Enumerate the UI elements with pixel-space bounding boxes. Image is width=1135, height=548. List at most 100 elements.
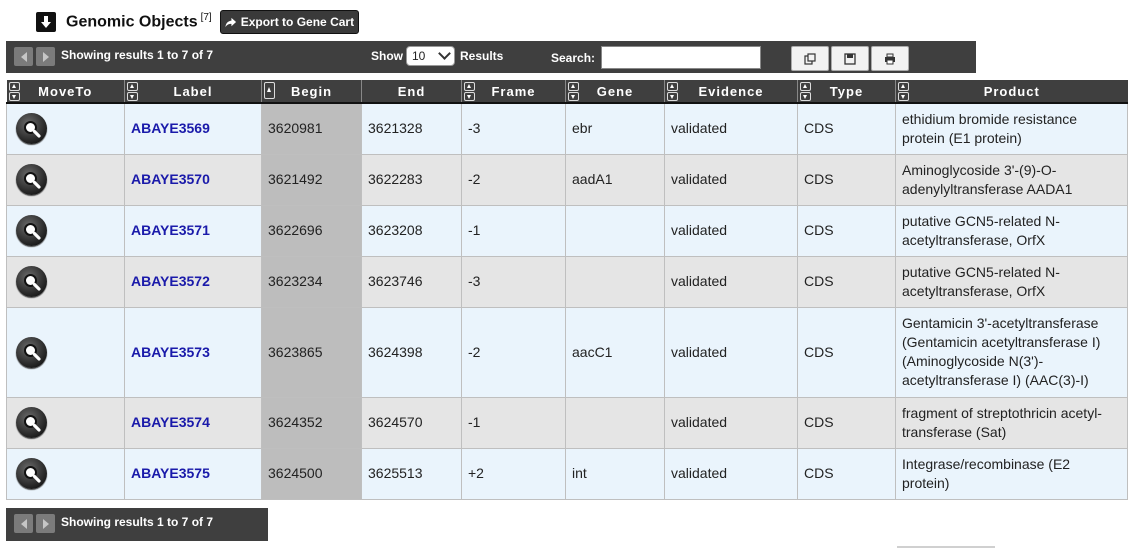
sort-both-icon (127, 82, 138, 101)
begin-cell: 3620981 (261, 102, 362, 155)
product-cell: Aminoglycoside 3'-(9)-O-adenylyltransfer… (895, 153, 1128, 206)
end-cell: 3622283 (361, 153, 462, 206)
search-icon (23, 465, 41, 483)
column-header-label: Begin (290, 83, 333, 99)
sort-both-icon (8, 82, 20, 101)
column-header-moveto[interactable]: MoveTo (6, 80, 125, 104)
sort-both-icon (464, 82, 475, 101)
table-toolbar: Showing results 1 to 7 of 7 Show 10 Resu… (6, 41, 976, 73)
evidence-cell: validated (664, 102, 798, 155)
label-link[interactable]: ABAYE3573 (131, 344, 210, 360)
result-count-sup: [7] (200, 12, 212, 24)
magnifier-icon[interactable] (16, 458, 47, 489)
evidence-cell: validated (664, 255, 798, 308)
previous-page-button[interactable] (14, 47, 33, 66)
save-button[interactable] (831, 46, 869, 71)
print-icon (885, 53, 895, 64)
type-cell: CDS (797, 396, 896, 449)
end-cell: 3623746 (361, 255, 462, 308)
copy-button[interactable] (791, 46, 829, 71)
table-row: ABAYE3569 3620981 3621328 -3 ebr validated CDS… (6, 102, 1128, 155)
begin-cell: 3623234 (261, 255, 362, 308)
label-link[interactable]: ABAYE3574 (131, 414, 210, 430)
sort-both-icon (800, 82, 811, 101)
search-icon (23, 273, 41, 291)
save-icon (844, 52, 856, 65)
results-label: Results (460, 49, 504, 63)
next-page-button[interactable] (36, 514, 55, 533)
frame-cell: -1 (461, 204, 566, 257)
column-header-frame[interactable]: Frame (461, 80, 566, 104)
column-header-type[interactable]: Type (797, 80, 896, 104)
column-header-label: MoveTo (38, 83, 93, 99)
label-link[interactable]: ABAYE3570 (131, 171, 210, 187)
label-link[interactable]: ABAYE3575 (131, 465, 210, 481)
frame-cell: -2 (461, 306, 566, 398)
genomic-objects-table: MoveTo Label Begin End Frame Gene Eviden… (6, 80, 1128, 500)
product-cell: putative GCN5-related N-acetyltransferas… (895, 204, 1128, 257)
magnifier-icon[interactable] (16, 215, 47, 246)
end-cell: 3621328 (361, 102, 462, 155)
frame-cell: -3 (461, 255, 566, 308)
search-label: Search: (551, 51, 596, 65)
begin-cell: 3621492 (261, 153, 362, 206)
search-input[interactable] (601, 46, 761, 69)
collapse-toggle-button[interactable] (36, 12, 56, 32)
copy-icon (804, 52, 816, 65)
evidence-cell: validated (664, 153, 798, 206)
label-link[interactable]: ABAYE3571 (131, 222, 210, 238)
next-page-button[interactable] (36, 47, 55, 66)
moveto-cell (6, 102, 125, 155)
type-cell: CDS (797, 102, 896, 155)
column-header-label[interactable]: Label (124, 80, 262, 104)
column-header-end[interactable]: End (361, 80, 462, 104)
column-header-evidence[interactable]: Evidence (664, 80, 798, 104)
label-cell: ABAYE3571 (124, 204, 262, 257)
page-title-text: Genomic Objects (66, 13, 198, 31)
column-header-product[interactable]: Product (895, 80, 1128, 104)
frame-cell: -3 (461, 102, 566, 155)
column-header-label: Gene (596, 83, 634, 99)
magnifier-icon[interactable] (16, 164, 47, 195)
arrow-down-icon (41, 16, 51, 28)
export-gene-cart-button[interactable]: Export to Gene Cart (219, 10, 360, 34)
type-cell: CDS (797, 306, 896, 398)
search-icon (23, 222, 41, 240)
sort-ascending-icon (264, 82, 275, 101)
gene-cell (565, 396, 665, 449)
label-cell: ABAYE3572 (124, 255, 262, 308)
magnifier-icon[interactable] (16, 407, 47, 438)
label-link[interactable]: ABAYE3569 (131, 120, 210, 136)
magnifier-icon[interactable] (16, 336, 47, 368)
gene-cell (565, 204, 665, 257)
frame-cell: +2 (461, 447, 566, 500)
product-cell: ethidium bromide resistance protein (E1 … (895, 102, 1128, 155)
page-length-select[interactable]: 10 (406, 46, 455, 66)
product-cell: Integrase/recombinase (E2 protein) (895, 447, 1128, 500)
end-cell: 3623208 (361, 204, 462, 257)
label-link[interactable]: ABAYE3572 (131, 273, 210, 289)
moveto-cell (6, 153, 125, 206)
print-button[interactable] (871, 46, 909, 71)
table-row: ABAYE3570 3621492 3622283 -2 aadA1 validated C… (6, 153, 1128, 206)
column-header-gene[interactable]: Gene (565, 80, 665, 104)
moveto-cell (6, 447, 125, 500)
begin-cell: 3622696 (261, 204, 362, 257)
evidence-cell: validated (664, 306, 798, 398)
type-cell: CDS (797, 153, 896, 206)
share-arrow-icon (225, 17, 236, 27)
frame-cell: -2 (461, 153, 566, 206)
evidence-cell: validated (664, 204, 798, 257)
product-cell: Gentamicin 3'-acetyltransferase (Gentami… (895, 306, 1128, 398)
magnifier-icon[interactable] (16, 113, 47, 145)
page-length-value: 10 (412, 49, 426, 63)
chevron-down-icon (438, 47, 451, 60)
column-header-begin[interactable]: Begin (261, 80, 362, 104)
evidence-cell: validated (664, 396, 798, 449)
sort-both-icon (568, 82, 579, 101)
type-cell: CDS (797, 255, 896, 308)
gene-cell: int (565, 447, 665, 500)
previous-page-button[interactable] (14, 514, 33, 533)
label-cell: ABAYE3569 (124, 102, 262, 155)
magnifier-icon[interactable] (16, 266, 47, 297)
